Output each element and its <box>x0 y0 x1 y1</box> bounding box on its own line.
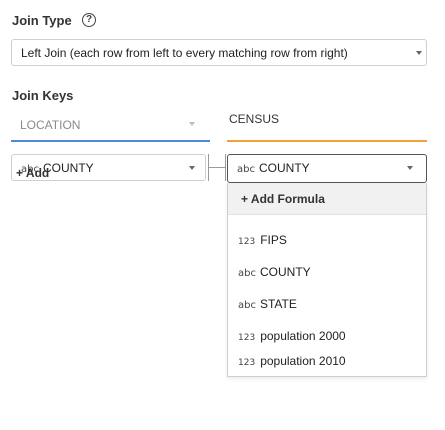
join-type-select[interactable]: Left Join (each row from left to every m… <box>11 39 427 66</box>
right-table-underline <box>227 140 427 142</box>
right-key-label: COUNTY <box>258 161 310 175</box>
right-key-select[interactable]: abc COUNTY <box>227 154 427 183</box>
right-table-name: CENSUS <box>229 112 280 126</box>
chevron-down-icon <box>416 51 422 55</box>
join-connector-icon <box>208 154 226 181</box>
option-label: STATE <box>259 297 297 311</box>
chevron-down-icon <box>407 166 413 170</box>
left-key-label: COUNTY <box>42 161 94 175</box>
right-table-header: CENSUS <box>227 108 427 139</box>
dropdown-option-fips[interactable]: 123 FIPS <box>228 224 426 256</box>
right-key-dropdown: + Add Formula 123 FIPS abc COUNTY abc STATE… <box>227 183 427 377</box>
left-table-underline <box>11 140 210 142</box>
option-label: FIPS <box>260 233 287 247</box>
right-key-value: abc COUNTY <box>237 161 310 175</box>
string-type-icon: abc <box>237 164 255 175</box>
add-formula-button[interactable]: + Add Formula <box>228 183 426 215</box>
join-type-value: Left Join (each row from left to every m… <box>21 46 348 60</box>
help-icon[interactable]: ? <box>82 13 96 27</box>
option-label: COUNTY <box>259 265 311 279</box>
left-table-name: LOCATION <box>20 118 81 132</box>
option-label: population 2010 <box>260 354 346 368</box>
add-join-key-button[interactable]: + Add <box>16 166 49 180</box>
dropdown-option-county[interactable]: abc COUNTY <box>228 256 426 288</box>
add-formula-label: + Add Formula <box>241 192 325 206</box>
dropdown-option-population-2010[interactable]: 123 population 2010 <box>228 345 426 377</box>
chevron-down-icon <box>189 122 195 126</box>
option-label: population 2000 <box>260 329 346 343</box>
chevron-down-icon <box>189 166 195 170</box>
join-keys-label: Join Keys <box>12 88 74 103</box>
number-type-icon: 123 <box>238 237 256 247</box>
string-type-icon: abc <box>238 268 256 279</box>
string-type-icon: abc <box>238 300 256 311</box>
dropdown-option-state[interactable]: abc STATE <box>228 288 426 320</box>
number-type-icon: 123 <box>238 333 256 343</box>
join-type-label: Join Type <box>12 13 72 28</box>
left-table-select[interactable]: LOCATION <box>11 108 210 139</box>
number-type-icon: 123 <box>238 358 256 368</box>
